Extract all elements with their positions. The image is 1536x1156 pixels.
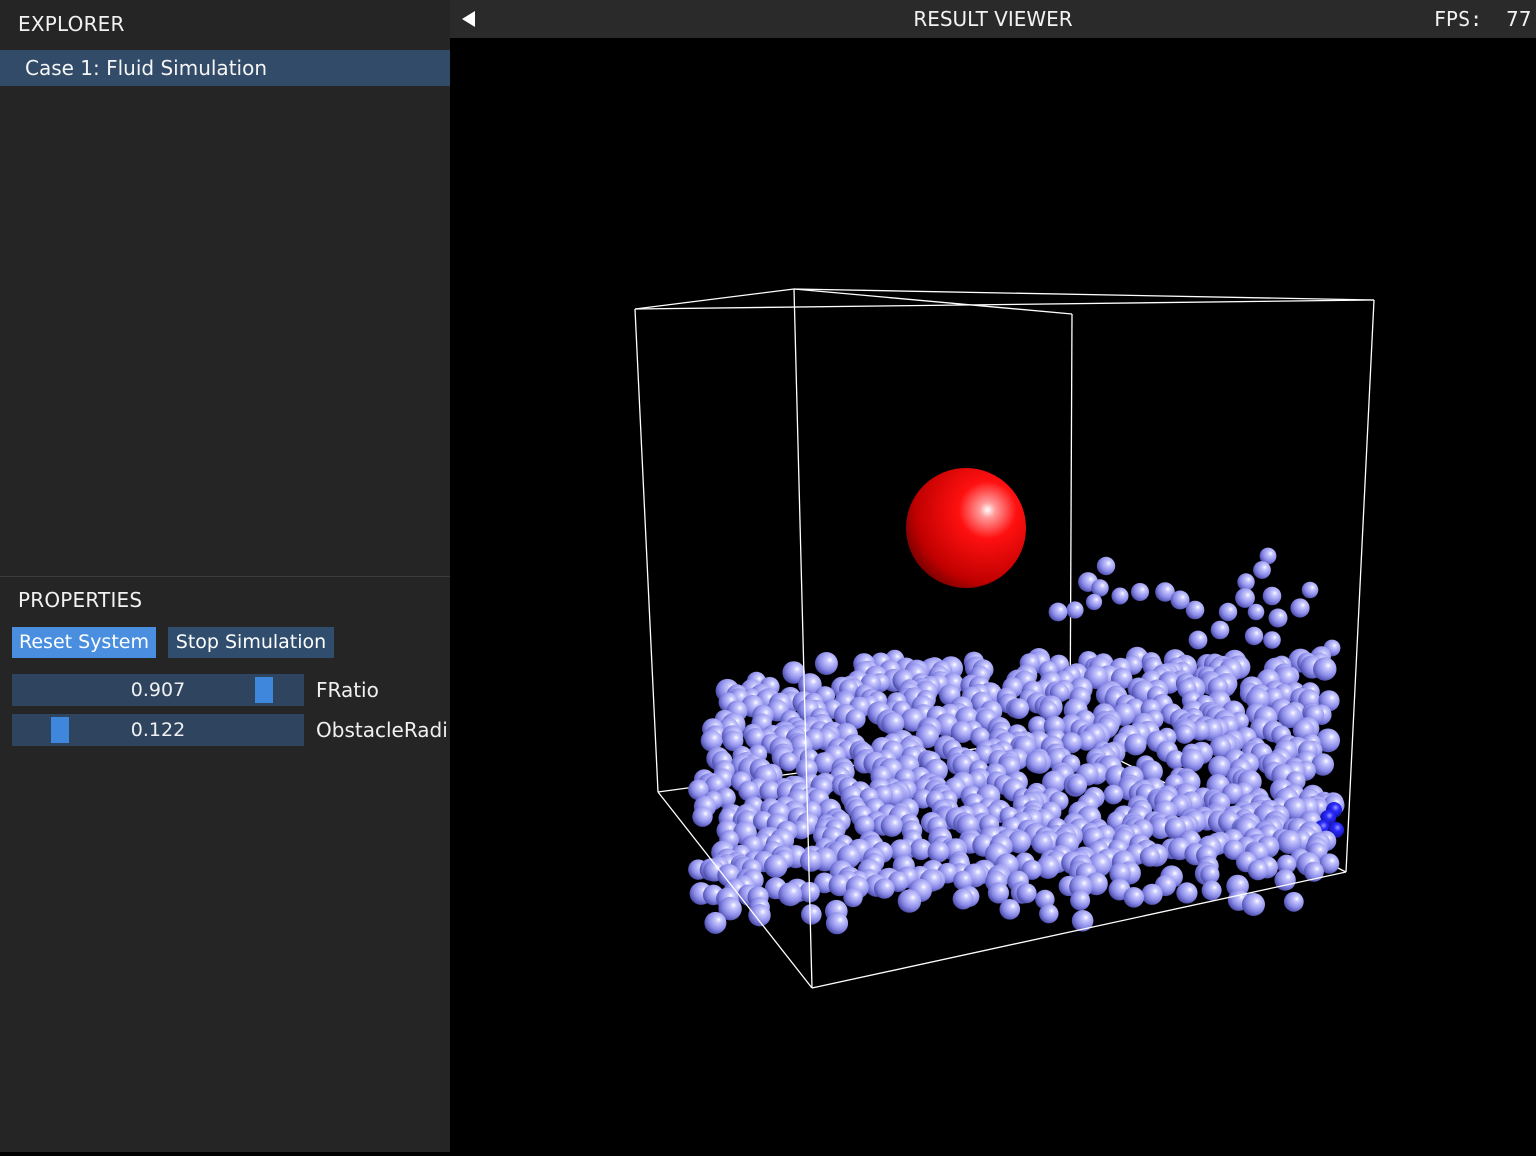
fluid-particle	[1244, 626, 1264, 646]
fluid-particle	[1016, 883, 1037, 904]
fluid-particle	[1210, 620, 1230, 640]
fluid-particle	[814, 652, 838, 675]
fluid-particle	[927, 841, 950, 863]
fluid-particle	[1174, 724, 1195, 744]
fluid-particle	[778, 752, 798, 772]
box-edge	[634, 288, 795, 310]
viewer-header: RESULT VIEWER FPS: 77	[450, 0, 1536, 38]
fluid-particle	[1237, 573, 1255, 591]
fratio-value: 0.907	[130, 679, 186, 701]
viewer-title: RESULT VIEWER	[913, 7, 1073, 31]
fluid-particle	[1218, 602, 1238, 622]
fluid-particle	[1263, 631, 1281, 649]
collapse-panel-icon[interactable]	[462, 11, 475, 27]
fluid-particle	[1008, 698, 1030, 719]
explorer-item-case-1[interactable]: Case 1: Fluid Simulation	[0, 50, 450, 86]
fratio-label: FRatio	[316, 678, 379, 702]
fluid-particle	[692, 806, 713, 827]
fluid-particle	[1176, 882, 1198, 904]
fluid-particle	[1103, 784, 1124, 805]
scene-canvas[interactable]	[450, 38, 1536, 1152]
fluid-particle	[1131, 583, 1149, 601]
panel-divider	[0, 576, 450, 577]
fluid-particle	[764, 854, 788, 878]
fluid-particle	[880, 814, 903, 837]
fluid-particle	[1096, 556, 1116, 576]
fluid-particle	[874, 878, 895, 899]
fluid-particle	[704, 911, 727, 934]
obstacle-radius-label: ObstacleRadi	[316, 718, 448, 742]
explorer-title: EXPLORER	[18, 12, 125, 36]
fluid-particle	[1111, 587, 1129, 605]
fluid-particle	[1070, 890, 1091, 911]
fluid-particle	[1188, 630, 1208, 650]
fluid-particle	[1253, 561, 1271, 579]
stop-simulation-button[interactable]: Stop Simulation	[168, 627, 334, 658]
fluid-particle	[1025, 751, 1048, 774]
fluid-particle	[1039, 904, 1059, 924]
fluid-particle	[1180, 748, 1204, 772]
fluid-particle	[1123, 887, 1145, 908]
obstacle-radius-value: 0.122	[130, 719, 186, 741]
fps-label: FPS:	[1434, 7, 1483, 31]
fluid-particle	[1247, 859, 1269, 881]
3d-viewport[interactable]	[450, 38, 1536, 1152]
fluid-particles	[688, 547, 1345, 935]
fluid-particle	[748, 904, 771, 927]
fluid-particle	[1139, 846, 1160, 867]
obstacle-radius-slider[interactable]: 0.122	[12, 714, 304, 746]
fluid-particle	[1141, 883, 1163, 905]
fluid-particle	[825, 912, 849, 935]
fluid-particle	[1313, 657, 1337, 681]
fluid-particle	[1262, 586, 1282, 606]
box-edge	[793, 288, 1375, 301]
left-panel: EXPLORER Case 1: Fluid Simulation PROPER…	[0, 0, 450, 1152]
fluid-particle	[1066, 601, 1084, 619]
fluid-particle	[801, 904, 822, 925]
fluid-particle	[1242, 893, 1265, 916]
fluid-particle	[1268, 608, 1288, 628]
properties-title: PROPERTIES	[18, 588, 143, 612]
fluid-particle	[999, 899, 1021, 920]
fluid-particle	[1071, 910, 1094, 932]
fps-value: 77	[1506, 7, 1532, 31]
fluid-particle	[897, 889, 922, 913]
fluid-particle	[1283, 891, 1304, 912]
fluid-particle	[1185, 600, 1205, 620]
fluid-particle	[1290, 598, 1310, 618]
fluid-particle	[1048, 602, 1068, 622]
fluid-particle	[1247, 603, 1265, 621]
fluid-particle	[952, 888, 974, 910]
fluid-particle	[1301, 581, 1319, 599]
reset-system-button[interactable]: Reset System	[12, 627, 156, 658]
box-edge	[634, 308, 659, 793]
fluid-particle	[843, 887, 863, 908]
fratio-slider[interactable]: 0.907	[12, 674, 304, 706]
fluid-particle	[1085, 593, 1103, 611]
obstacle-sphere	[906, 468, 1026, 588]
fluid-particle	[1201, 880, 1222, 901]
fluid-particle	[1067, 775, 1088, 796]
fluid-particle	[778, 882, 803, 907]
fluid-particle	[1124, 733, 1147, 756]
box-edge	[1345, 299, 1375, 873]
box-edge	[793, 288, 1073, 315]
fluid-particle	[800, 849, 822, 872]
